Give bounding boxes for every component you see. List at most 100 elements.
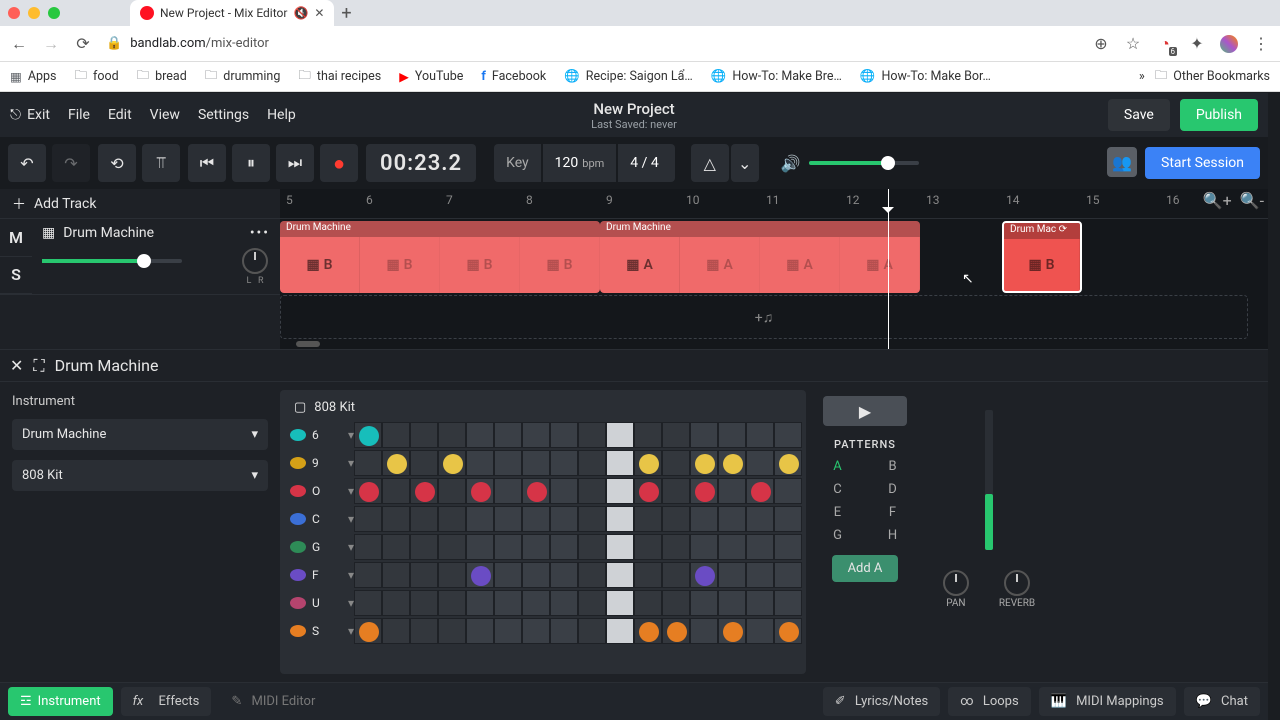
playhead[interactable] [888, 189, 889, 349]
extension-icon[interactable]: ◔6 [1156, 35, 1174, 53]
instrument-select[interactable]: Drum Machine▾ [12, 419, 268, 450]
drum-row-label[interactable]: S▾ [284, 624, 354, 638]
drum-cell[interactable] [634, 478, 662, 504]
drum-cell[interactable] [438, 478, 466, 504]
bookmark-bread[interactable]: 🗀bread [137, 66, 187, 87]
tab-effects[interactable]: fx Effects [121, 687, 212, 716]
drum-cell[interactable] [578, 450, 606, 476]
drum-cell[interactable] [774, 618, 802, 644]
drum-cell[interactable] [690, 534, 718, 560]
drum-cell[interactable] [606, 422, 634, 448]
bookmark-food[interactable]: 🗀food [74, 66, 118, 87]
pattern-slot[interactable]: E [820, 505, 855, 520]
drum-cell[interactable] [774, 450, 802, 476]
drum-cell[interactable] [382, 422, 410, 448]
drum-cell[interactable] [746, 590, 774, 616]
tab-mute-icon[interactable]: 🔇 [293, 6, 308, 20]
tab-lyrics[interactable]: ✐ Lyrics/Notes [823, 687, 940, 716]
track-pan-knob[interactable]: L R [242, 248, 268, 286]
bookmark-recipe[interactable]: 🌐Recipe: Saigon Lẩ… [564, 69, 693, 84]
volume-icon[interactable]: 🔊 [781, 154, 801, 173]
drum-cell[interactable] [410, 618, 438, 644]
drum-cell[interactable] [382, 590, 410, 616]
menu-help[interactable]: Help [267, 107, 296, 123]
drum-row-label[interactable]: G▾ [284, 540, 354, 554]
loop-button[interactable]: ⟲ [98, 144, 136, 182]
skip-start-button[interactable]: ⏮ [188, 144, 226, 182]
drum-cell[interactable] [662, 590, 690, 616]
drum-cell[interactable] [662, 534, 690, 560]
drum-cell[interactable] [578, 590, 606, 616]
drum-cell[interactable] [522, 590, 550, 616]
drum-row-label[interactable]: 6▾ [284, 428, 354, 442]
menu-view[interactable]: View [150, 107, 180, 123]
drum-cell[interactable] [438, 506, 466, 532]
metronome-menu[interactable]: ⌄ [731, 144, 759, 182]
drum-cell[interactable] [410, 478, 438, 504]
drum-cell[interactable] [774, 422, 802, 448]
drum-cell[interactable] [746, 478, 774, 504]
metronome-button[interactable]: △ [691, 144, 729, 182]
bookmark-howto1[interactable]: 🌐How-To: Make Bre… [711, 69, 842, 84]
drum-cell[interactable] [606, 478, 634, 504]
drum-cell[interactable] [662, 450, 690, 476]
window-close-icon[interactable] [8, 7, 20, 19]
drum-cell[interactable] [494, 562, 522, 588]
drum-cell[interactable] [466, 562, 494, 588]
drum-cell[interactable] [634, 618, 662, 644]
drum-cell[interactable] [438, 618, 466, 644]
drum-cell[interactable] [718, 478, 746, 504]
drum-cell[interactable] [438, 562, 466, 588]
kit-select[interactable]: 808 Kit▾ [12, 460, 268, 491]
drum-cell[interactable] [494, 534, 522, 560]
drum-cell[interactable] [606, 450, 634, 476]
drum-cell[interactable] [466, 450, 494, 476]
bookmark-overflow-icon[interactable]: » [1139, 69, 1145, 84]
drum-cell[interactable] [522, 562, 550, 588]
drum-row-label[interactable]: C▾ [284, 512, 354, 526]
drum-cell[interactable] [746, 618, 774, 644]
drum-cell[interactable] [382, 562, 410, 588]
reverb-knob[interactable]: REVERB [999, 570, 1035, 609]
drum-cell[interactable] [746, 534, 774, 560]
drum-cell[interactable] [550, 590, 578, 616]
tempo-selector[interactable]: 120bpm [543, 144, 617, 182]
drum-cell[interactable] [690, 450, 718, 476]
drum-cell[interactable] [466, 534, 494, 560]
redo-button[interactable]: ↷ [52, 144, 90, 182]
drum-cell[interactable] [410, 450, 438, 476]
drum-cell[interactable] [522, 618, 550, 644]
drum-cell[interactable] [578, 478, 606, 504]
profile-avatar[interactable] [1220, 35, 1238, 53]
tab-chat[interactable]: 💬 Chat [1184, 687, 1260, 716]
drum-cell[interactable] [438, 590, 466, 616]
drum-cell[interactable] [550, 506, 578, 532]
drum-cell[interactable] [550, 478, 578, 504]
drum-cell[interactable] [382, 618, 410, 644]
drum-cell[interactable] [634, 562, 662, 588]
zoom-out-button[interactable]: 🔍- [1240, 191, 1264, 210]
drum-cell[interactable] [466, 422, 494, 448]
pattern-slot[interactable]: B [875, 459, 910, 474]
clip[interactable]: Drum Machine▦A▦A▦A▦A [600, 221, 920, 293]
bookmark-howto2[interactable]: 🌐How-To: Make Bor… [860, 69, 991, 84]
drum-cell[interactable] [690, 562, 718, 588]
drum-cell[interactable] [382, 534, 410, 560]
drum-cell[interactable] [634, 422, 662, 448]
drum-cell[interactable] [718, 590, 746, 616]
drum-cell[interactable] [746, 562, 774, 588]
drum-cell[interactable] [410, 506, 438, 532]
editor-close-icon[interactable]: ✕ [10, 356, 23, 375]
drum-cell[interactable] [354, 534, 382, 560]
collab-icon[interactable]: 👥 [1107, 147, 1137, 177]
track-lane[interactable]: Drum Machine▦B▦B▦B▦BDrum Machine▦A▦A▦A▦A… [280, 219, 1268, 295]
drum-cell[interactable] [494, 506, 522, 532]
bookmark-facebook[interactable]: fFacebook [481, 69, 546, 84]
snap-button[interactable]: ⫪ [142, 144, 180, 182]
drum-cell[interactable] [354, 618, 382, 644]
add-pattern-button[interactable]: Add A [832, 555, 899, 582]
drum-cell[interactable] [494, 422, 522, 448]
drum-cell[interactable] [382, 506, 410, 532]
drum-cell[interactable] [690, 506, 718, 532]
menu-settings[interactable]: Settings [198, 107, 249, 123]
